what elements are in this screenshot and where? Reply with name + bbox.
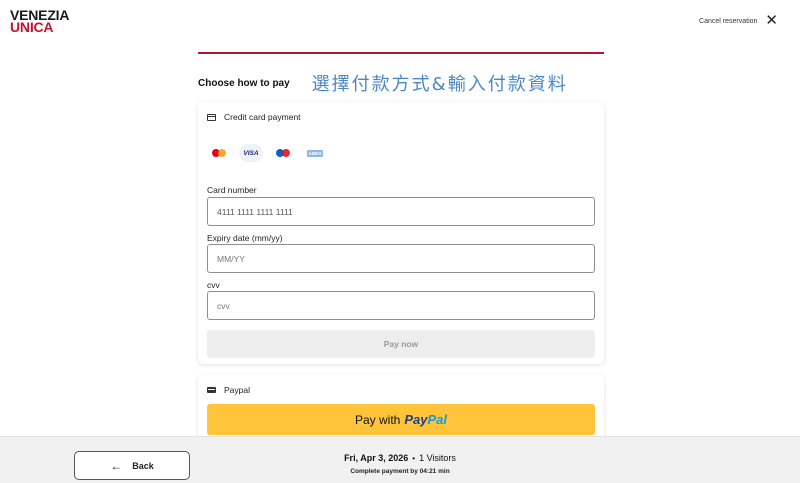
credit-card-icon xyxy=(207,113,216,121)
card-brands: VISA AMEX xyxy=(207,144,323,162)
paypal-payment-panel: Paypal Pay with Pay Pal xyxy=(198,375,604,445)
summary-separator: • xyxy=(412,454,416,463)
progress-divider xyxy=(198,52,604,54)
card-number-label: Card number xyxy=(207,185,257,195)
paypal-button-prefix: Pay with xyxy=(354,412,401,427)
visit-date: Fri, Apr 3, 2026 xyxy=(344,453,409,463)
cancel-reservation-button[interactable]: Cancel reservation ✕ xyxy=(699,13,778,28)
card-number-input[interactable] xyxy=(207,197,595,226)
mastercard-icon xyxy=(207,144,231,162)
pay-with-paypal-button[interactable]: Pay with Pay Pal xyxy=(207,404,595,435)
paypal-method-icon xyxy=(207,387,216,393)
page-title: Choose how to pay xyxy=(198,77,290,89)
footer-bar: ← Back Fri, Apr 3, 2026 • 1 Visitors Compl… xyxy=(0,436,800,483)
amex-icon: AMEX xyxy=(307,149,323,157)
paypal-logo-pay: Pay xyxy=(404,412,428,427)
paypal-logo-pal: Pal xyxy=(427,412,447,427)
expiry-date-input[interactable] xyxy=(207,244,595,273)
cvv-label: cvv xyxy=(207,280,220,290)
heading-row: Choose how to pay 選擇付款方式&輸入付款資料 xyxy=(198,70,604,96)
visa-icon: VISA xyxy=(239,144,263,162)
maestro-icon xyxy=(271,144,295,162)
pay-now-button[interactable]: Pay now xyxy=(207,330,595,358)
paypal-header[interactable]: Paypal xyxy=(207,385,250,395)
credit-card-title: Credit card payment xyxy=(224,112,301,122)
visitor-count: 1 Visitors xyxy=(419,453,456,463)
cvv-input[interactable] xyxy=(207,291,595,320)
reservation-summary: Fri, Apr 3, 2026 • 1 Visitors xyxy=(0,453,800,463)
paypal-title: Paypal xyxy=(224,385,250,395)
expiry-date-label: Expiry date (mm/yy) xyxy=(207,233,283,243)
credit-card-payment-panel: Credit card payment VISA AMEX Card numbe… xyxy=(198,102,604,364)
cancel-reservation-label: Cancel reservation xyxy=(699,17,758,25)
credit-card-header[interactable]: Credit card payment xyxy=(207,112,301,122)
payment-timer: Complete payment by 04:21 min xyxy=(350,468,450,475)
venezia-unica-logo[interactable]: VENEZIA UNICA xyxy=(10,8,69,34)
annotation-text: 選擇付款方式&輸入付款資料 xyxy=(311,74,568,95)
close-icon[interactable]: ✕ xyxy=(765,13,778,28)
